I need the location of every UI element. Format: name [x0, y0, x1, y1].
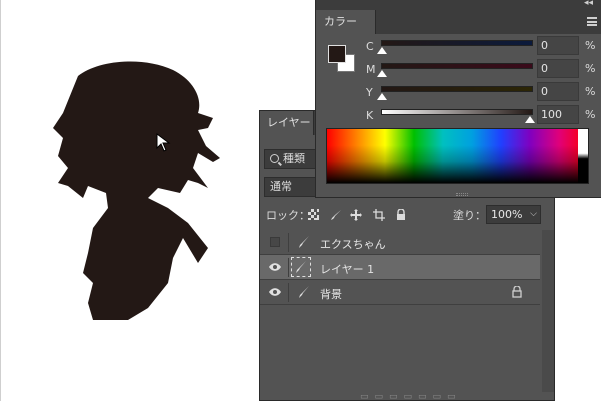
- slider-label: C: [366, 40, 374, 53]
- layer-divider: [288, 258, 289, 277]
- lock-transparency-icon[interactable]: [308, 209, 319, 223]
- tab-color[interactable]: カラー: [316, 10, 376, 34]
- spectrum-shade: [327, 129, 588, 183]
- layer-list: エクスちゃん レイヤー 1 背景: [260, 230, 540, 305]
- slider-label: K: [366, 109, 374, 122]
- color-spectrum-ramp[interactable]: [326, 128, 589, 184]
- black-value-field[interactable]: 100: [537, 105, 579, 124]
- eye-icon[interactable]: [269, 262, 281, 272]
- fill-opacity-value: 100%: [491, 208, 523, 221]
- collapse-icon[interactable]: ◂◂: [584, 0, 593, 8]
- lock-pixels-brush-icon[interactable]: [330, 209, 342, 224]
- cyan-value-field[interactable]: 0: [537, 36, 579, 55]
- lock-label: ロック：: [266, 209, 310, 222]
- tab-layers[interactable]: レイヤー: [260, 111, 314, 135]
- lock-all-icon[interactable]: [396, 208, 406, 224]
- layer-name: エクスちゃん: [320, 238, 386, 251]
- layers-bottom-toolbar: ▭▭▭▭▭▭▭: [260, 392, 554, 402]
- arrow-cursor-icon: [156, 133, 171, 152]
- layer-name: 背景: [320, 288, 342, 301]
- slider-handle[interactable]: [525, 116, 535, 123]
- eye-icon[interactable]: [269, 287, 281, 297]
- menu-icon[interactable]: [587, 17, 597, 26]
- canvas-edge: [0, 0, 1, 401]
- layers-scrollbar[interactable]: [542, 230, 554, 400]
- color-tabbar: カラー: [316, 10, 601, 34]
- lock-artboard-icon[interactable]: [373, 209, 385, 224]
- brush-icon: [299, 236, 309, 248]
- foreground-color-swatch[interactable]: [328, 45, 346, 63]
- brush-icon: [299, 286, 309, 298]
- slider-label: Y: [366, 86, 373, 99]
- spectrum-bw-strip[interactable]: [578, 129, 588, 183]
- character-silhouette: [53, 61, 220, 320]
- yellow-slider-track[interactable]: [381, 86, 533, 92]
- lock-position-move-icon[interactable]: [350, 209, 362, 224]
- fill-opacity-field[interactable]: 100% ⌵: [486, 205, 541, 224]
- color-panel: ◂◂ カラー C 0 % M 0 % Y 0 % K 100 %: [315, 0, 601, 198]
- magenta-slider-track[interactable]: [381, 63, 533, 69]
- slider-handle[interactable]: [377, 70, 387, 77]
- layer-row[interactable]: エクスちゃん: [260, 230, 540, 255]
- lock-row: ロック： 塗り： 100% ⌵: [260, 204, 554, 226]
- fill-label: 塗り：: [453, 209, 486, 222]
- magenta-value-field[interactable]: 0: [537, 59, 579, 78]
- slider-unit: %: [585, 62, 596, 75]
- layer-row[interactable]: レイヤー 1: [260, 255, 540, 280]
- panel-dock-strip: ◂◂: [316, 0, 601, 10]
- slider-handle[interactable]: [377, 93, 387, 100]
- layer-divider: [288, 233, 289, 252]
- layer-name: レイヤー 1: [320, 263, 375, 276]
- blend-mode-label: 通常: [270, 180, 292, 193]
- slider-unit: %: [585, 108, 596, 121]
- cyan-slider-track[interactable]: [381, 40, 533, 46]
- yellow-value-field[interactable]: 0: [537, 82, 579, 101]
- layer-thumbnail[interactable]: [291, 257, 311, 277]
- layer-row[interactable]: 背景: [260, 280, 540, 305]
- kind-filter-label: 種類: [283, 152, 305, 165]
- layer-divider: [288, 283, 289, 302]
- slider-label: M: [366, 63, 376, 76]
- lock-icon: [512, 286, 522, 298]
- slider-handle[interactable]: [377, 47, 387, 54]
- slider-unit: %: [585, 39, 596, 52]
- slider-unit: %: [585, 85, 596, 98]
- search-icon: [270, 154, 279, 163]
- chevron-down-icon[interactable]: ⌵: [530, 206, 537, 223]
- black-slider-track[interactable]: [381, 109, 533, 115]
- panel-resize-grip[interactable]: [456, 193, 468, 196]
- visibility-toggle-off[interactable]: [270, 237, 280, 247]
